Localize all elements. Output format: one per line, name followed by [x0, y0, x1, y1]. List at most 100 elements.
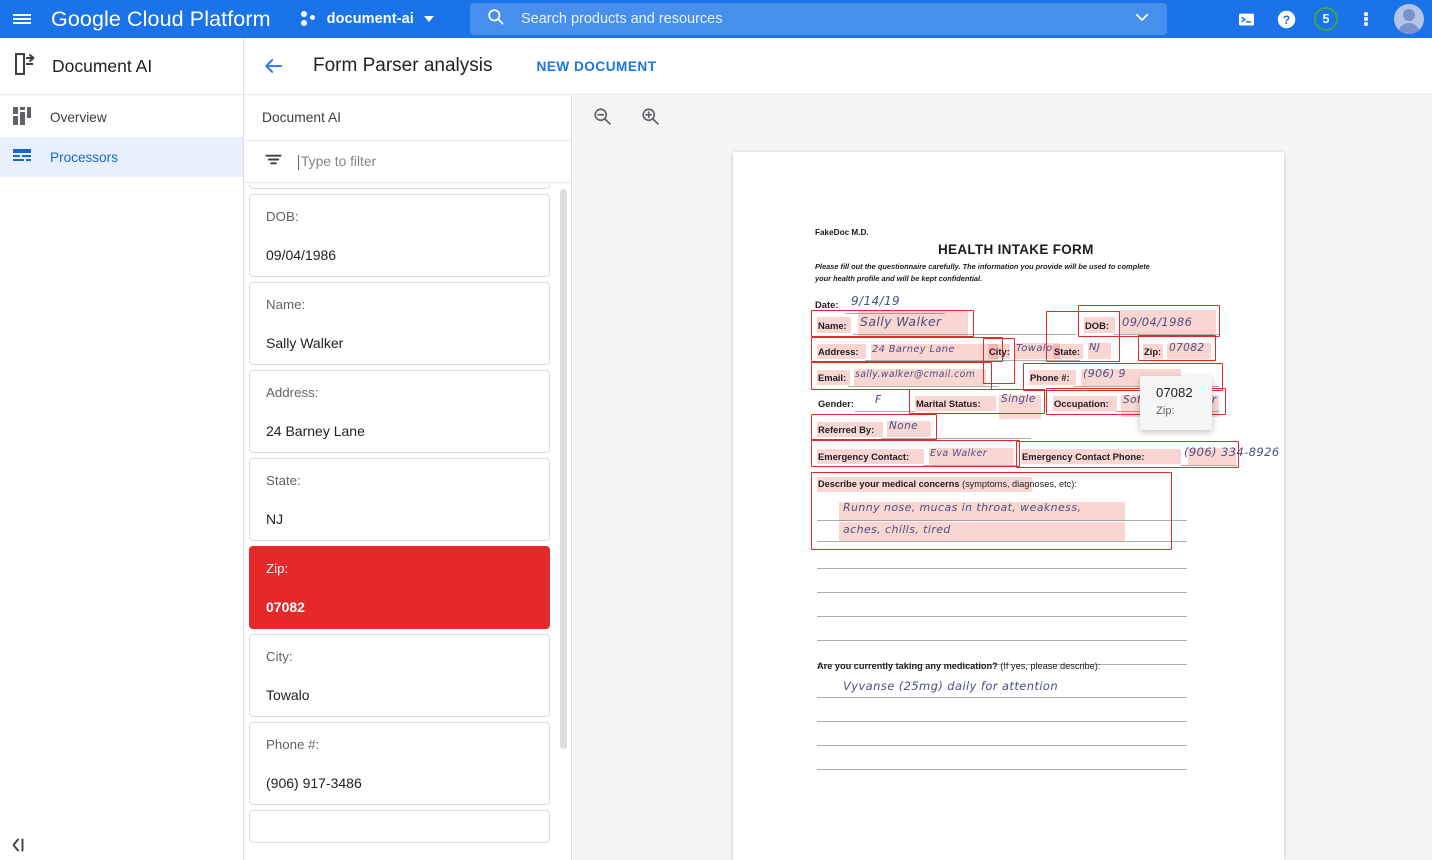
field-key: Name: [266, 297, 549, 312]
more-vert-icon[interactable] [1348, 1, 1384, 37]
field-card-state[interactable]: State: NJ [249, 458, 550, 541]
search-input[interactable]: Search products and resources [470, 3, 1167, 35]
chevron-down-icon[interactable] [1133, 8, 1151, 31]
doc-label-emergency: Emergency Contact: [818, 451, 909, 462]
sidebar: Document AI Overview Processors [0, 38, 244, 860]
doc-prompt-concerns-rest: (symptoms, diagnoses, etc): [959, 479, 1076, 489]
doc-prompt-concerns-bold: Describe your medical concerns [818, 479, 959, 489]
sidebar-nav-list: Overview Processors [0, 95, 243, 177]
doc-value-name: Sally Walker [860, 314, 942, 329]
cloud-shell-icon[interactable] [1228, 1, 1264, 37]
doc-letterhead: FakeDoc M.D. [815, 228, 869, 237]
doc-value-concerns-line1: Runny nose, mucas in throat, weakness, [843, 501, 1081, 514]
project-selector[interactable]: document-ai [297, 4, 438, 34]
tooltip-value: 07082 [1156, 385, 1212, 400]
doc-value-concerns-line2: aches, chills, tired [843, 523, 951, 536]
field-key [266, 825, 549, 840]
doc-label-name: Name: [818, 320, 847, 331]
doc-value-address: 24 Barney Lane [872, 344, 955, 355]
doc-label-city: City: [989, 346, 1010, 357]
doc-label-occupation: Occupation: [1054, 398, 1109, 409]
field-card-city[interactable]: City: Towalo [249, 634, 550, 717]
chevron-down-icon [424, 16, 434, 22]
search-icon [486, 7, 505, 31]
doc-value-gender: F [875, 393, 882, 406]
doc-title: HEALTH INTAKE FORM [938, 242, 1094, 257]
page-title: Form Parser analysis [313, 55, 493, 77]
sidebar-title-label: Document AI [52, 56, 152, 77]
doc-prompt-medication: Are you currently taking any medication?… [817, 661, 1100, 671]
document-viewer: FakeDoc M.D. HEALTH INTAKE FORM Please f… [573, 95, 1432, 860]
fields-panel-scrollbar[interactable] [560, 189, 567, 749]
field-value: Sally Walker [266, 335, 549, 351]
field-card-name[interactable]: Name: Sally Walker [249, 282, 550, 365]
field-card-dob[interactable]: DOB: 09/04/1986 [249, 194, 550, 277]
arrow-back-icon[interactable] [263, 55, 285, 77]
svg-text:?: ? [1282, 12, 1289, 26]
fields-card-list[interactable]: DOB: 09/04/1986 Name: Sally Walker Addre… [245, 184, 572, 860]
sidebar-title: Document AI [0, 38, 243, 95]
doc-value-referred: None [889, 420, 918, 432]
field-key: Phone #: [266, 737, 549, 752]
top-bar-actions: ? 5 [1228, 0, 1424, 38]
tooltip-key: Zip: [1156, 405, 1212, 417]
doc-label-referred: Referred By: [818, 424, 874, 435]
field-card-address[interactable]: Address: 24 Barney Lane [249, 370, 550, 453]
notifications-badge[interactable]: 5 [1308, 1, 1344, 37]
brand-title[interactable]: Google Cloud Platform [51, 7, 271, 32]
sidebar-item-label: Processors [50, 150, 118, 165]
field-card-phone[interactable]: Phone #: (906) 917-3486 [249, 722, 550, 805]
field-key: City: [266, 649, 549, 664]
panel-heading: Document AI [245, 95, 571, 141]
doc-value-state: NJ [1089, 342, 1100, 353]
doc-label-email: Email: [818, 372, 846, 383]
sidebar-item-overview[interactable]: Overview [0, 97, 243, 137]
zoom-out-icon[interactable] [587, 101, 617, 131]
document-page[interactable]: FakeDoc M.D. HEALTH INTAKE FORM Please f… [733, 152, 1284, 860]
document-ai-icon [12, 51, 38, 82]
processors-icon [13, 147, 31, 168]
viewer-toolbar [573, 95, 1432, 137]
field-card[interactable] [249, 810, 550, 843]
field-value: (906) 917-3486 [266, 775, 549, 791]
filter-input[interactable]: Type to filter [301, 154, 376, 169]
avatar[interactable] [1394, 4, 1424, 34]
field-tooltip: 07082 Zip: [1140, 376, 1212, 430]
doc-value-marital: Single [1001, 393, 1036, 405]
doc-prompt-medication-rest: (If yes, please describe): [998, 661, 1101, 671]
zoom-in-icon[interactable] [635, 101, 665, 131]
field-key: Zip: [266, 561, 549, 576]
filter-row[interactable]: Type to filter [245, 141, 571, 183]
help-icon[interactable]: ? [1268, 1, 1304, 37]
new-document-button[interactable]: NEW DOCUMENT [537, 59, 657, 74]
collapse-sidebar-icon[interactable] [10, 836, 28, 854]
sidebar-item-label: Overview [50, 110, 107, 125]
doc-label-marital: Marital Status: [916, 398, 981, 409]
doc-prompt-concerns: Describe your medical concerns (symptoms… [818, 479, 1077, 489]
doc-value-email: sally.walker@cmail.com [855, 369, 975, 380]
doc-value-date: 9/14/19 [851, 294, 900, 308]
doc-value-emergency-phone: (906) 334-8926 [1184, 445, 1280, 459]
field-key: DOB: [266, 209, 549, 224]
field-value: 07082 [266, 599, 549, 615]
field-card[interactable] [249, 184, 550, 189]
project-selector-icon [301, 11, 318, 27]
doc-label-phone: Phone #: [1030, 372, 1070, 383]
form-fields-panel: Document AI Type to filter DOB: 09/04/19… [245, 95, 572, 860]
doc-label-state: State: [1054, 346, 1080, 357]
doc-intro-line2: your health profile and will be kept con… [815, 274, 982, 283]
doc-label-emergency-phone: Emergency Contact Phone: [1022, 451, 1144, 462]
document-content: FakeDoc M.D. HEALTH INTAKE FORM Please f… [733, 152, 1284, 860]
doc-label-gender: Gender: [818, 398, 854, 409]
doc-label-zip: Zip: [1144, 346, 1161, 357]
field-card-zip[interactable]: Zip: 07082 [249, 546, 550, 629]
field-value: NJ [266, 511, 549, 527]
field-value: 09/04/1986 [266, 247, 549, 263]
search-placeholder-text: Search products and resources [521, 11, 1133, 27]
menu-icon[interactable] [0, 0, 44, 38]
sidebar-item-processors[interactable]: Processors [0, 137, 243, 177]
doc-value-dob: 09/04/1986 [1122, 315, 1192, 329]
doc-value-emergency: Eva Walker [930, 448, 987, 459]
doc-value-medication: Vyvanse (25mg) daily for attention [843, 679, 1058, 693]
filter-icon [265, 151, 282, 173]
